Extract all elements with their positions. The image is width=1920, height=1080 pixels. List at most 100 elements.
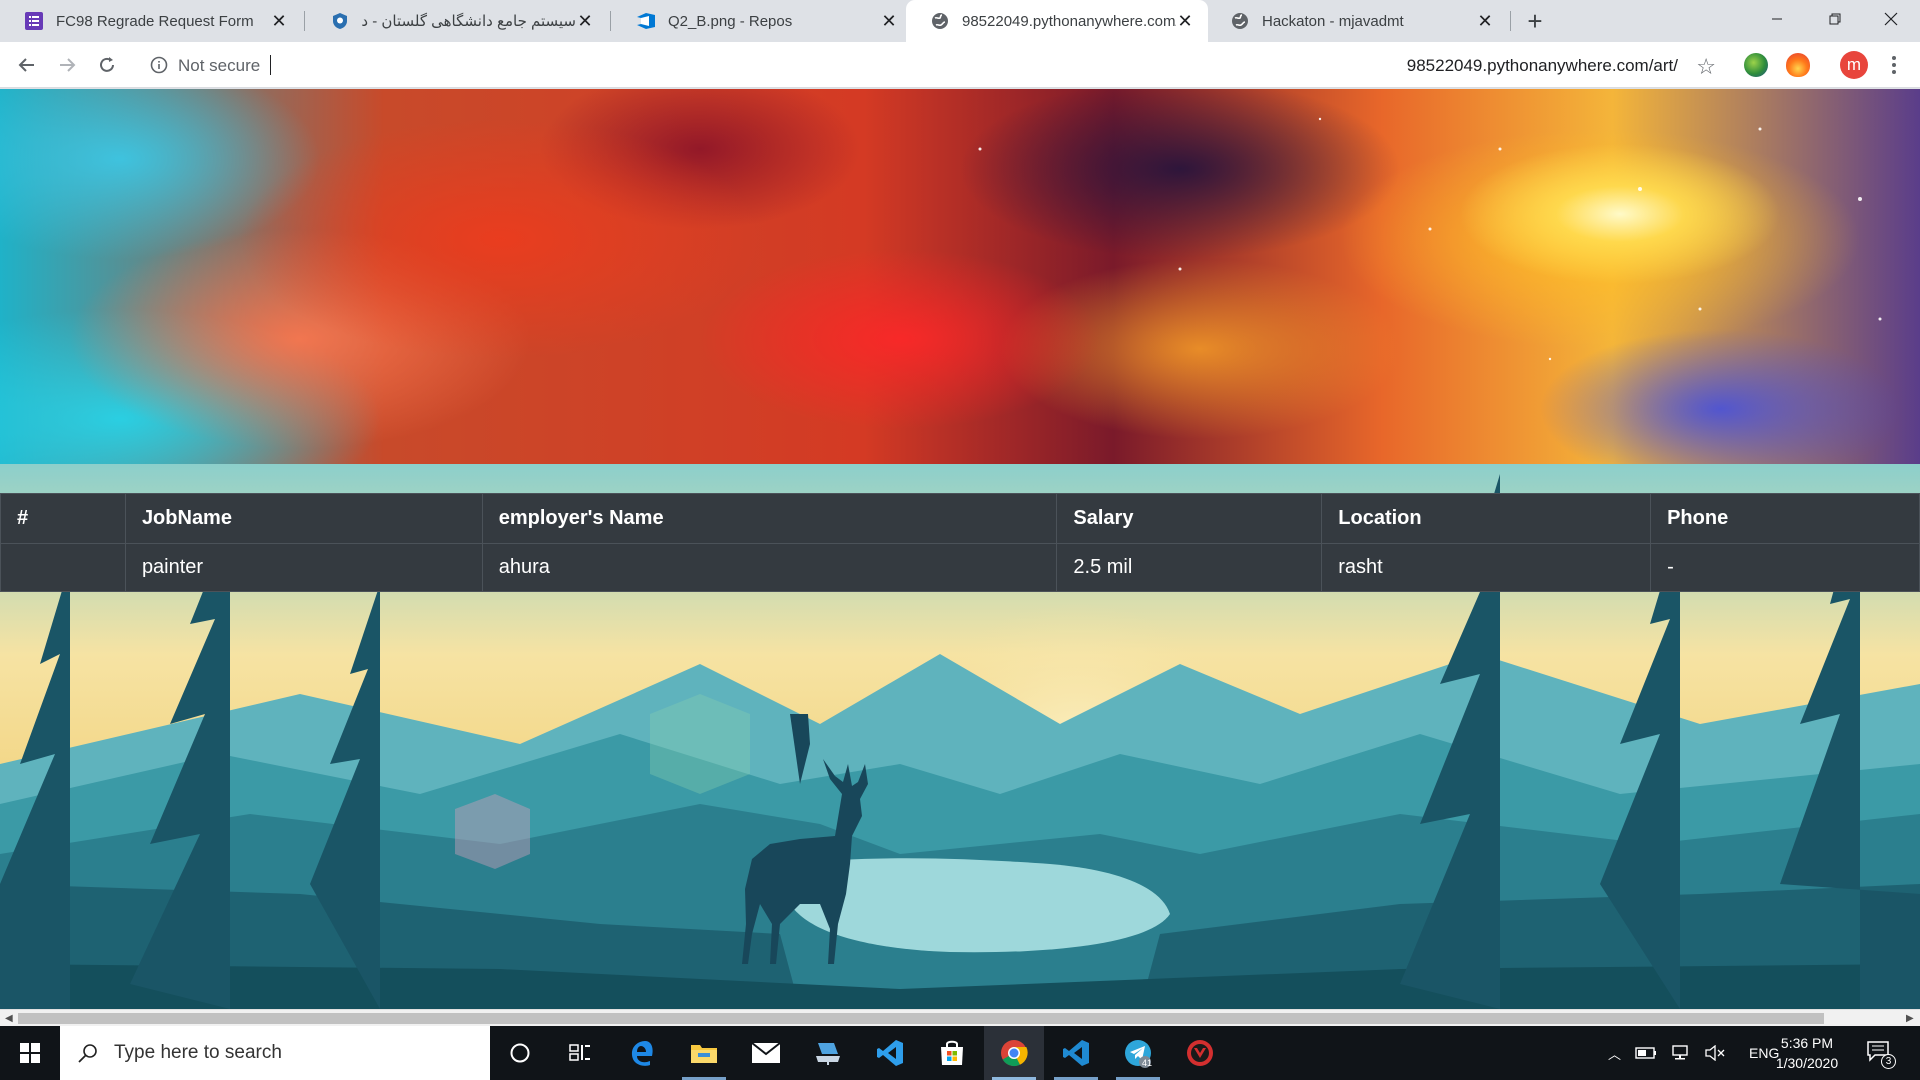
taskbar-chrome[interactable]	[984, 1026, 1044, 1080]
jobs-table: # JobName employer's Name Salary Locatio…	[0, 493, 1920, 592]
tab-title: Q2_B.png - Repos	[668, 12, 793, 30]
search-icon	[78, 1044, 97, 1063]
tab-divider	[1510, 11, 1511, 31]
cortana-button[interactable]	[490, 1026, 550, 1080]
taskbar-file-explorer[interactable]	[674, 1026, 734, 1080]
table-header-row: # JobName employer's Name Salary Locatio…	[0, 493, 1920, 544]
network-icon[interactable]	[1671, 1045, 1691, 1061]
arrow-right-icon	[60, 58, 76, 72]
reload-button[interactable]	[92, 50, 122, 80]
task-view-icon	[569, 1044, 590, 1061]
taskbar-telegram[interactable]: 41	[1108, 1026, 1168, 1080]
security-status[interactable]: Not secure	[178, 56, 260, 76]
tab-pythonanywhere[interactable]: 98522049.pythonanywhere.com/ ✕	[906, 0, 1208, 42]
extension-globe-icon[interactable]	[1744, 53, 1768, 77]
browser-toolbar: Not secure 98522049.pythonanywhere.com/a…	[0, 42, 1920, 88]
restore-button[interactable]	[1806, 0, 1864, 38]
taskbar-network-drive[interactable]	[798, 1026, 858, 1080]
mail-icon	[751, 1042, 781, 1063]
taskbar-vpn[interactable]	[1170, 1026, 1230, 1080]
cell-employer-name: ahura	[481, 543, 1058, 592]
taskbar-store[interactable]	[922, 1026, 982, 1080]
tab-divider	[304, 11, 305, 31]
address-bar[interactable]: Not secure 98522049.pythonanywhere.com/a…	[138, 48, 1732, 82]
taskbar-vscode[interactable]	[860, 1026, 920, 1080]
telegram-unread-badge: 41	[1142, 1058, 1153, 1068]
tray-expand-chevron-icon[interactable]: ︿	[1608, 1044, 1621, 1063]
edge-icon	[631, 1041, 653, 1066]
battery-icon[interactable]	[1635, 1046, 1657, 1060]
taskbar-mail[interactable]	[736, 1026, 796, 1080]
bookmark-star-icon[interactable]: ☆	[1696, 54, 1716, 80]
cell-job-name: painter	[124, 543, 483, 592]
notification-count: 3	[1881, 1054, 1896, 1069]
taskbar-vscode-insiders[interactable]	[1046, 1026, 1106, 1080]
new-tab-button[interactable]: +	[1520, 6, 1550, 36]
tab-title: سیستم جامع دانشگاهی گلستان - دا	[362, 13, 576, 30]
vscode-icon	[877, 1040, 903, 1066]
arrow-left-icon	[18, 58, 34, 72]
url-text[interactable]: 98522049.pythonanywhere.com/art/	[1407, 56, 1678, 76]
profile-avatar[interactable]: m	[1840, 51, 1868, 79]
tab-title: 98522049.pythonanywhere.com/	[962, 12, 1176, 30]
info-icon[interactable]	[150, 56, 168, 74]
clock-time: 5:36 PM	[1780, 1035, 1834, 1051]
chrome-icon	[1001, 1040, 1028, 1067]
taskbar-search-box[interactable]: Type here to search	[60, 1026, 490, 1080]
tab-golestan[interactable]: سیستم جامع دانشگاهی گلستان - دا ✕	[306, 0, 608, 42]
tab-divider	[610, 11, 611, 31]
taskbar-clock[interactable]: 5:36 PM 1/30/2020	[1762, 1033, 1852, 1073]
forward-button[interactable]	[52, 50, 82, 80]
minimize-button[interactable]	[1748, 0, 1806, 38]
cell-salary: 2.5 mil	[1056, 543, 1323, 592]
column-header: Location	[1321, 493, 1652, 544]
tab-hackaton[interactable]: Hackaton - mjavadmt ✕	[1206, 0, 1508, 42]
tab-close-icon[interactable]: ✕	[576, 12, 594, 30]
back-button[interactable]	[12, 50, 42, 80]
cell-phone: -	[1650, 543, 1920, 592]
page-content: # JobName employer's Name Salary Locatio…	[0, 89, 1920, 1009]
scrollbar-thumb[interactable]	[18, 1013, 1824, 1024]
close-window-button[interactable]	[1862, 0, 1920, 38]
globe-icon	[1230, 11, 1250, 31]
volume-muted-icon[interactable]	[1705, 1045, 1725, 1061]
column-header: #	[0, 493, 126, 544]
forms-icon	[24, 11, 44, 31]
nebula-banner-image	[0, 89, 1920, 464]
task-view-button[interactable]	[550, 1026, 610, 1080]
scroll-right-arrow-icon[interactable]: ▶	[1906, 1013, 1914, 1024]
tab-close-icon[interactable]: ✕	[270, 12, 288, 30]
scroll-left-arrow-icon[interactable]: ◀	[5, 1013, 13, 1024]
table-row: painter ahura 2.5 mil rasht -	[0, 543, 1920, 592]
tab-fc98-regrade[interactable]: FC98 Regrade Request Form ✕	[0, 0, 302, 42]
tab-title: Hackaton - mjavadmt	[1262, 12, 1404, 30]
azure-devops-icon	[636, 11, 656, 31]
browser-tab-strip: FC98 Regrade Request Form ✕ سیستم جامع د…	[0, 0, 1920, 42]
tab-title: FC98 Regrade Request Form	[56, 12, 254, 30]
text-cursor	[270, 55, 271, 75]
column-header: Phone	[1650, 493, 1920, 544]
tab-repos[interactable]: Q2_B.png - Repos ✕	[612, 0, 912, 42]
extension-fire-icon[interactable]	[1786, 53, 1810, 77]
horizontal-scrollbar[interactable]: ◀ ▶	[0, 1009, 1920, 1026]
tab-close-icon[interactable]: ✕	[1176, 12, 1194, 30]
column-header: employer's Name	[481, 493, 1058, 544]
column-header: JobName	[124, 493, 483, 544]
university-shield-icon	[330, 11, 350, 31]
taskbar-edge[interactable]	[612, 1026, 672, 1080]
vpn-shield-icon	[1187, 1040, 1213, 1066]
cell-location: rasht	[1321, 543, 1652, 592]
browser-menu-icon[interactable]	[1884, 51, 1904, 79]
cell-number	[0, 543, 126, 592]
cortana-icon	[510, 1043, 530, 1063]
globe-icon	[930, 11, 950, 31]
action-center-button[interactable]: 3	[1862, 1036, 1898, 1070]
windows-taskbar: Type here to search 41 ︿ ENG 5:36 PM 1/3…	[0, 1026, 1920, 1080]
reload-icon	[100, 57, 114, 72]
tab-close-icon[interactable]: ✕	[1476, 12, 1494, 30]
file-explorer-icon	[691, 1045, 717, 1063]
start-button[interactable]	[0, 1026, 60, 1080]
network-drive-icon	[816, 1043, 840, 1065]
tab-close-icon[interactable]: ✕	[880, 12, 898, 30]
search-placeholder: Type here to search	[114, 1042, 282, 1063]
